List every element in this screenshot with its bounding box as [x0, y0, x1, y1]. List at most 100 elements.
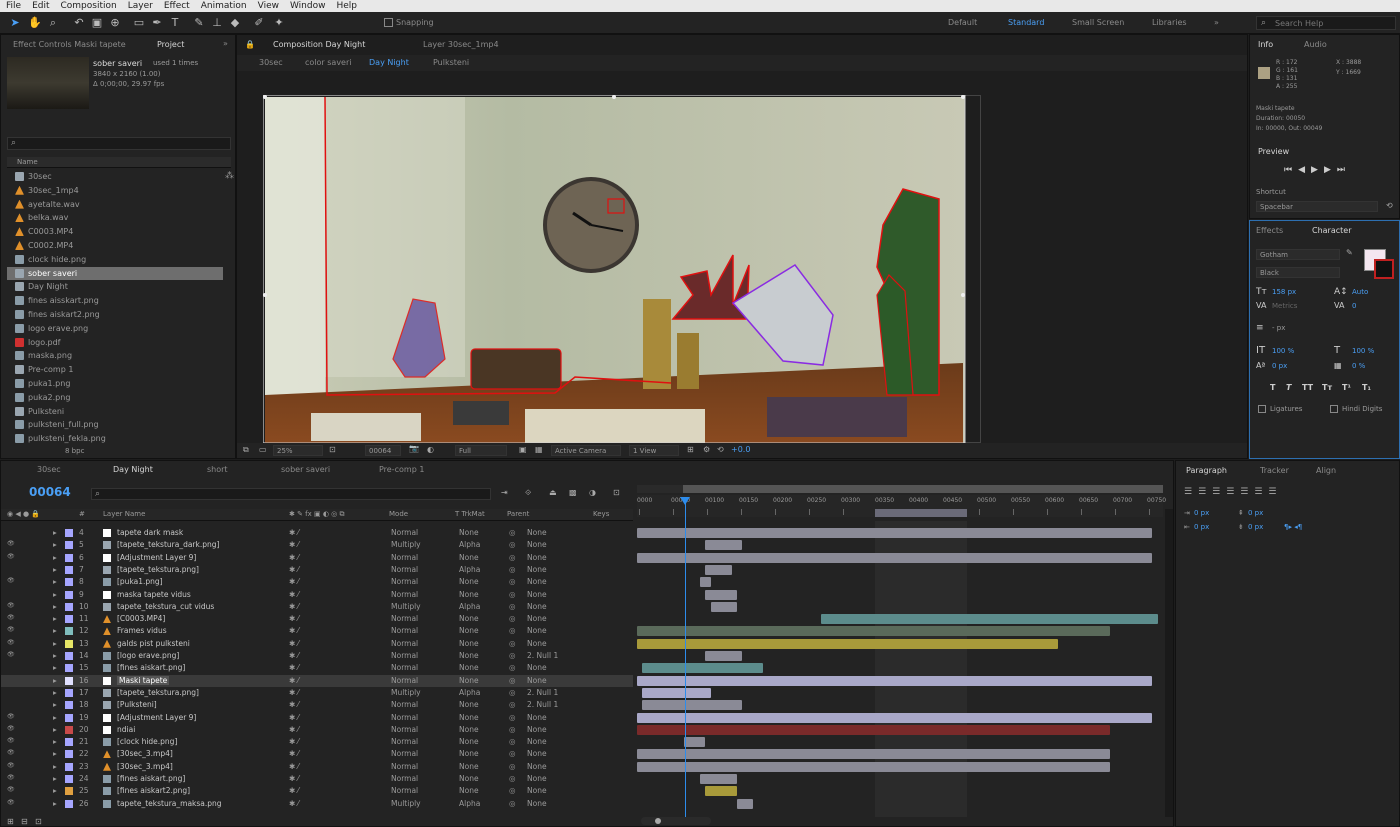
layer-mode-dropdown[interactable]: Multiply: [391, 688, 421, 697]
parent-pickwhip-icon[interactable]: ◎: [509, 626, 516, 635]
layer-row[interactable]: ▸ 15 [fines aiskart.png] ✱ ⁄ Normal None ◎ None: [1, 662, 633, 674]
layer-name[interactable]: [tapete_tekstura_dark.png]: [117, 540, 219, 549]
layer-trkmat-dropdown[interactable]: None: [459, 774, 479, 783]
layer-duration-bar[interactable]: [700, 577, 711, 588]
reset-icon[interactable]: ⟲: [1386, 201, 1393, 210]
layer-row[interactable]: 👁 ▸ 21 [clock hide.png] ✱ ⁄ Normal None ◎ None: [1, 736, 633, 748]
zoom-tool-icon[interactable]: ⌕: [46, 16, 60, 30]
parent-pickwhip-icon[interactable]: ◎: [509, 737, 516, 746]
expand-twirl-icon[interactable]: ▸: [53, 700, 57, 709]
color-channel-icon[interactable]: ◐: [427, 445, 434, 454]
project-item[interactable]: C0003.MP4: [7, 225, 223, 238]
label-color-swatch[interactable]: [65, 578, 73, 587]
layer-parent-dropdown[interactable]: None: [527, 590, 547, 599]
project-item[interactable]: maska.png: [7, 349, 223, 362]
layer-row[interactable]: 👁 ▸ 20 ndiai ✱ ⁄ Normal None ◎ None: [1, 724, 633, 736]
project-item[interactable]: fines aiskart2.png: [7, 308, 223, 321]
layer-mode-dropdown[interactable]: Normal: [391, 577, 418, 586]
layer-switches-icon[interactable]: ✱ ⁄: [289, 737, 299, 746]
layer-switches-icon[interactable]: ✱ ⁄: [289, 639, 299, 648]
layer-parent-dropdown[interactable]: None: [527, 602, 547, 611]
layer-switches-icon[interactable]: ✱ ⁄: [289, 688, 299, 697]
layer-mode-dropdown[interactable]: Normal: [391, 786, 418, 795]
graph-editor-icon[interactable]: ⊡: [613, 488, 620, 497]
layer-switches-icon[interactable]: ✱ ⁄: [289, 614, 299, 623]
layer-switches-icon[interactable]: ✱ ⁄: [289, 590, 299, 599]
indent-left-value[interactable]: 0 px: [1194, 509, 1209, 517]
parent-pickwhip-icon[interactable]: ◎: [509, 663, 516, 672]
layer-parent-dropdown[interactable]: None: [527, 614, 547, 623]
project-item[interactable]: Pre-comp 1: [7, 363, 223, 376]
label-color-swatch[interactable]: [65, 565, 73, 574]
project-item[interactable]: 30sec: [7, 170, 223, 183]
comp-mini-flowchart-icon[interactable]: ⇥: [501, 488, 508, 497]
zoom-slider[interactable]: [641, 817, 711, 825]
layer-switches-icon[interactable]: ✱ ⁄: [289, 577, 299, 586]
hand-tool-icon[interactable]: ✋: [28, 16, 42, 30]
name-column-header[interactable]: Name: [17, 158, 38, 166]
parent-pickwhip-icon[interactable]: ◎: [509, 786, 516, 795]
project-item[interactable]: fines aisskart.png: [7, 294, 223, 307]
project-item[interactable]: C0002.MP4: [7, 239, 223, 252]
leading-value[interactable]: Auto: [1352, 288, 1368, 296]
layer-switches-icon[interactable]: ✱ ⁄: [289, 540, 299, 549]
breadcrumb-color-saveri[interactable]: color saveri: [305, 58, 351, 67]
timeline-tab[interactable]: Day Night: [113, 465, 153, 474]
visibility-eye-icon[interactable]: 👁: [7, 553, 15, 560]
layer-name[interactable]: [clock hide.png]: [117, 737, 177, 746]
layer-mode-dropdown[interactable]: Multiply: [391, 540, 421, 549]
expand-twirl-icon[interactable]: ▸: [53, 786, 57, 795]
layer-duration-bar[interactable]: [637, 761, 1111, 772]
composition-viewer[interactable]: [263, 95, 993, 445]
current-time-field[interactable]: 00064: [365, 445, 401, 456]
views-dropdown[interactable]: 1 View: [629, 445, 679, 456]
layer-trkmat-dropdown[interactable]: None: [459, 749, 479, 758]
label-color-swatch[interactable]: [65, 664, 73, 673]
project-item[interactable]: Day Night: [7, 280, 223, 293]
label-color-swatch[interactable]: [65, 713, 73, 722]
layer-duration-bar[interactable]: [642, 663, 764, 674]
layer-parent-dropdown[interactable]: None: [527, 713, 547, 722]
expand-twirl-icon[interactable]: ▸: [53, 676, 57, 685]
layer-switches-icon[interactable]: ✱ ⁄: [289, 663, 299, 672]
layer-duration-bar[interactable]: [637, 712, 1153, 723]
menu-effect[interactable]: Effect: [164, 1, 190, 11]
visibility-eye-icon[interactable]: 👁: [7, 749, 15, 756]
label-color-swatch[interactable]: [65, 627, 73, 636]
workspace-standard[interactable]: Standard: [1008, 18, 1044, 27]
layer-trkmat-dropdown[interactable]: Alpha: [459, 688, 480, 697]
always-preview-icon[interactable]: ⧉: [243, 445, 249, 455]
current-time-indicator[interactable]: [685, 497, 686, 817]
timeline-tab[interactable]: sober saveri: [281, 465, 330, 474]
visibility-eye-icon[interactable]: 👁: [7, 713, 15, 720]
layer-row[interactable]: 👁 ▸ 24 [fines aiskart.png] ✱ ⁄ Normal None ◎ Non…: [1, 773, 633, 785]
layer-name[interactable]: [30sec_3.mp4]: [117, 762, 173, 771]
layer-mode-dropdown[interactable]: Normal: [391, 663, 418, 672]
region-interest-icon[interactable]: ▣: [519, 445, 527, 454]
layer-mode-dropdown[interactable]: Normal: [391, 676, 418, 685]
layer-switches-icon[interactable]: ✱ ⁄: [289, 651, 299, 660]
layer-duration-bar[interactable]: [705, 786, 737, 797]
layer-trkmat-dropdown[interactable]: None: [459, 614, 479, 623]
timeline-scrollbar[interactable]: [1165, 509, 1173, 817]
rectangle-tool-icon[interactable]: ▭: [132, 16, 146, 30]
layer-duration-bar[interactable]: [642, 687, 711, 698]
layer-row[interactable]: 👁 ▸ 10 tapete_tekstura_cut vidus ✱ ⁄ Multiply…: [1, 601, 633, 613]
project-item[interactable]: puka1.png: [7, 377, 223, 390]
layer-row[interactable]: 👁 ▸ 11 [C0003.MP4] ✱ ⁄ Normal None ◎ None: [1, 613, 633, 625]
layer-trkmat-dropdown[interactable]: None: [459, 713, 479, 722]
project-search-input[interactable]: ⌕: [7, 137, 231, 150]
layer-switches-icon[interactable]: ✱ ⁄: [289, 700, 299, 709]
visibility-eye-icon[interactable]: 👁: [7, 774, 15, 781]
kerning-value[interactable]: Metrics: [1272, 302, 1297, 310]
parent-pickwhip-icon[interactable]: ◎: [509, 676, 516, 685]
expand-twirl-icon[interactable]: ▸: [53, 626, 57, 635]
bpc-indicator[interactable]: 8 bpc: [65, 447, 84, 455]
parent-pickwhip-icon[interactable]: ◎: [509, 602, 516, 611]
layer-name[interactable]: [30sec_3.mp4]: [117, 749, 173, 758]
toggle-modes-icon[interactable]: ⊟: [21, 817, 28, 826]
puppet-pin-tool-icon[interactable]: ✦: [272, 16, 286, 30]
tab-audio[interactable]: Audio: [1304, 40, 1327, 49]
layer-switches-icon[interactable]: ✱ ⁄: [289, 713, 299, 722]
layer-name[interactable]: [C0003.MP4]: [117, 614, 165, 623]
